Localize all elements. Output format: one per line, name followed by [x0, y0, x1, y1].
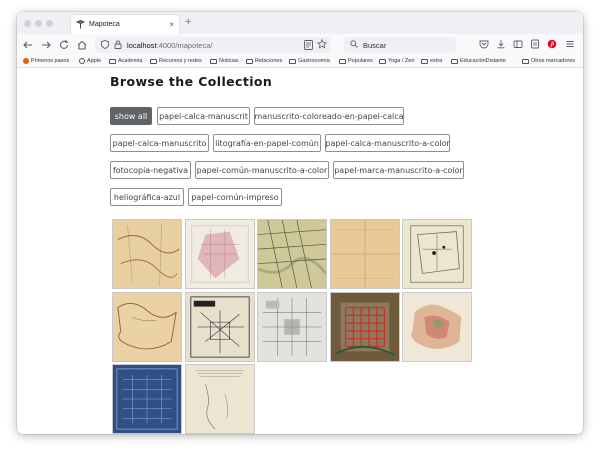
browser-window: Mapoteca × + localhost:4000/mapoteca/ B…: [17, 12, 583, 434]
folder-icon: [421, 58, 428, 64]
shield-icon[interactable]: [101, 39, 109, 51]
bookmark-extra[interactable]: extra: [421, 58, 442, 64]
filter-papel-calca-manuscrito-a-color[interactable]: papel-calca-manuscrito-a-color: [325, 134, 450, 152]
new-tab-button[interactable]: +: [185, 16, 191, 28]
bookmark-yoga-zen[interactable]: Yoga / Zen: [379, 58, 414, 64]
tab-title: Mapoteca: [89, 21, 120, 28]
map-image: [258, 220, 326, 288]
folder-icon: [210, 58, 217, 64]
favicon-icon: [76, 20, 85, 29]
map-image: [117, 302, 177, 349]
map-thumbnail[interactable]: [329, 219, 400, 289]
map-thumbnail[interactable]: [329, 291, 400, 362]
map-thumbnail[interactable]: [112, 364, 182, 434]
map-image: [195, 370, 244, 430]
page-content: Browse the Collection show all papel-cal…: [17, 68, 583, 434]
filter-papel-comun-manuscrito-a-color[interactable]: papel-común-manuscrito-a-color: [195, 161, 329, 179]
filter-papel-comun-impreso[interactable]: papel-común-impreso: [188, 188, 282, 206]
url-host: localhost: [127, 40, 157, 50]
folder-icon: [339, 58, 346, 64]
map-thumbnail[interactable]: [257, 291, 327, 362]
bookmark-apple[interactable]: Apple: [79, 58, 101, 64]
page-title: Browse the Collection: [110, 74, 273, 89]
filter-manuscrito-coloreado-en-papel-calca[interactable]: manuscrito-coloreado-en-papel-calca: [254, 107, 404, 125]
close-tab-icon[interactable]: ×: [169, 20, 174, 29]
map-thumbnail[interactable]: [402, 219, 472, 289]
map-image: [116, 368, 178, 430]
folder-icon: [451, 58, 458, 64]
filter-litografia-en-papel-comun[interactable]: litografía-en-papel-común: [213, 134, 321, 152]
map-thumbnail[interactable]: [257, 219, 327, 289]
folder-icon: [289, 58, 296, 64]
map-thumbnail[interactable]: [112, 219, 182, 289]
search-input[interactable]: Buscar: [344, 37, 456, 53]
map-image: [411, 304, 462, 349]
filter-fotocopia-negativa[interactable]: fotocopia-negativa: [110, 161, 191, 179]
folder-icon: [379, 58, 386, 64]
tab-strip: Mapoteca × +: [17, 12, 583, 34]
menu-icon[interactable]: [564, 39, 575, 50]
navigation-bar: localhost:4000/mapoteca/ Buscar: [17, 34, 583, 56]
bookmark-primeros-pasos[interactable]: Primeros pasos: [23, 58, 69, 64]
map-image: [334, 302, 396, 356]
map-thumbnail[interactable]: [112, 291, 182, 362]
filter-papel-marca-manuscrito-a-color[interactable]: papel-marca-manuscrito-a-color: [333, 161, 464, 179]
map-thumbnail[interactable]: [184, 291, 255, 362]
zoom-window-button[interactable]: [46, 20, 53, 27]
map-image: [191, 225, 248, 283]
firefox-icon: [23, 58, 29, 64]
filter-papel-calca-manuscrito[interactable]: papel-calca-manuscrito: [110, 134, 209, 152]
tab-mapoteca[interactable]: Mapoteca ×: [71, 15, 179, 34]
search-icon: [350, 40, 358, 50]
reload-icon[interactable]: [58, 39, 70, 51]
back-icon[interactable]: [22, 39, 34, 51]
map-thumbnail[interactable]: [184, 219, 255, 289]
map-thumbnail[interactable]: [184, 364, 255, 434]
map-image: [410, 225, 464, 283]
bookmark-academia[interactable]: Academia: [109, 58, 142, 64]
folder-icon: [246, 58, 253, 64]
bookmark-gastronomia[interactable]: Gastronomía: [289, 58, 330, 64]
bookmark-educaciondistante[interactable]: EducaciónDistante: [451, 58, 506, 64]
globe-icon: [79, 58, 85, 64]
bookmarks-bar: Primeros pasos Apple Academia Recursos y…: [17, 56, 583, 68]
lock-icon[interactable]: [114, 40, 122, 51]
pinterest-icon[interactable]: [546, 39, 557, 50]
close-window-button[interactable]: [24, 20, 31, 27]
pocket-icon[interactable]: [478, 39, 489, 50]
bookmark-noticias[interactable]: Noticias: [210, 58, 239, 64]
folder-icon: [109, 58, 116, 64]
sidebar-icon[interactable]: [512, 39, 523, 50]
bookmark-star-icon[interactable]: [316, 38, 328, 51]
map-image: [262, 297, 322, 356]
map-image: [330, 220, 399, 288]
url-path: :4000/mapoteca/: [156, 40, 213, 50]
minimize-window-button[interactable]: [35, 20, 42, 27]
bookmark-recursos-y-redes[interactable]: Recursos y redes: [150, 58, 202, 64]
filter-papel-calca-manuscrit[interactable]: papel-calca-manuscrit: [157, 107, 250, 125]
search-placeholder: Buscar: [363, 40, 387, 50]
folder-icon: [522, 58, 529, 64]
bookmark-otros-marcadores[interactable]: Otros marcadores: [522, 58, 575, 64]
folder-icon: [150, 58, 157, 64]
reader-view-icon[interactable]: [304, 40, 313, 52]
home-icon[interactable]: [76, 39, 88, 51]
filter-show-all[interactable]: show all: [110, 107, 152, 125]
address-bar[interactable]: localhost:4000/mapoteca/: [95, 37, 331, 53]
filter-heliografica-azul[interactable]: heliográfica-azul: [110, 188, 184, 206]
downloads-icon[interactable]: [495, 39, 506, 50]
map-image: [189, 295, 250, 358]
map-image: [117, 222, 180, 287]
map-thumbnail[interactable]: [402, 291, 472, 362]
account-icon[interactable]: [529, 39, 540, 50]
bookmark-populares[interactable]: Populares: [339, 58, 373, 64]
bookmark-relaciones[interactable]: Relaciones: [246, 58, 282, 64]
forward-icon[interactable]: [40, 39, 52, 51]
